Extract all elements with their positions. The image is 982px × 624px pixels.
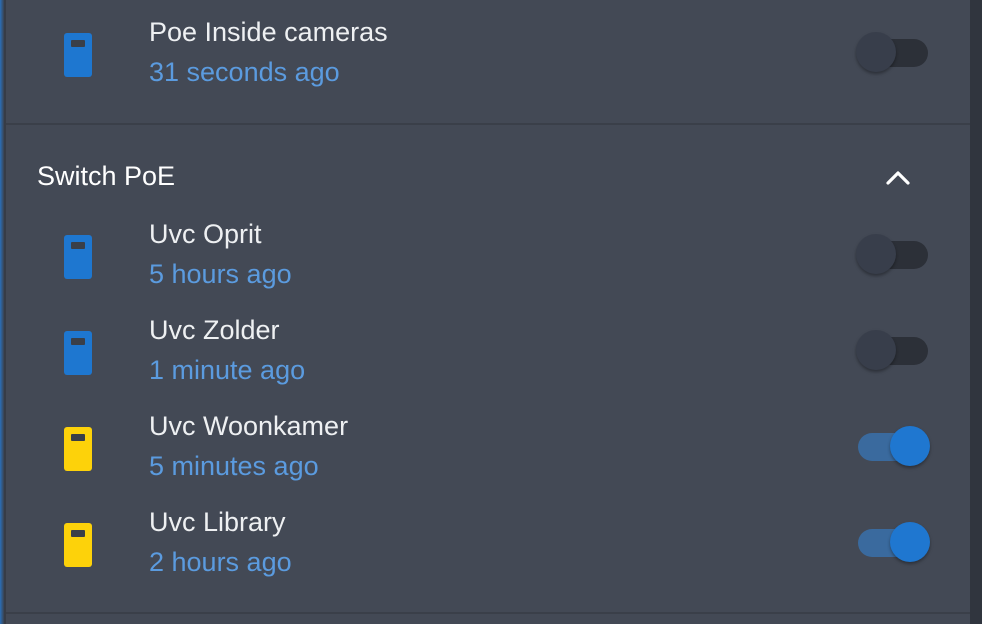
phone-device-icon: [64, 33, 92, 77]
entity-toggle[interactable]: [856, 522, 930, 562]
toggle-knob: [856, 330, 896, 370]
entity-toggle[interactable]: [856, 32, 930, 72]
right-edge: [970, 0, 982, 624]
entity-row-uvc-oprit[interactable]: Uvc Oprit 5 hours ago: [6, 214, 970, 294]
toggle-knob: [856, 32, 896, 72]
entity-toggle[interactable]: [856, 426, 930, 466]
entity-row-uvc-zolder[interactable]: Uvc Zolder 1 minute ago: [6, 310, 970, 390]
entity-row-uvc-library[interactable]: Uvc Library 2 hours ago: [6, 502, 970, 582]
entity-row-poe-inside-cameras[interactable]: Poe Inside cameras 31 seconds ago: [6, 12, 970, 92]
entity-last-changed: 5 minutes ago: [149, 451, 319, 481]
entity-name: Uvc Zolder: [149, 315, 280, 345]
left-edge: [0, 0, 4, 624]
phone-device-icon: [64, 331, 92, 375]
entity-name: Uvc Library: [149, 507, 286, 537]
entity-toggle[interactable]: [856, 234, 930, 274]
entity-name: Poe Inside cameras: [149, 17, 388, 47]
group-divider: [6, 612, 970, 614]
entity-name: Uvc Oprit: [149, 219, 262, 249]
entity-name: Uvc Woonkamer: [149, 411, 349, 441]
entity-last-changed: 2 hours ago: [149, 547, 292, 577]
phone-device-icon: [64, 235, 92, 279]
group-divider: [6, 123, 970, 125]
phone-device-icon: [64, 427, 92, 471]
toggle-knob: [856, 234, 896, 274]
entity-last-changed: 31 seconds ago: [149, 57, 340, 87]
entity-last-changed: 5 hours ago: [149, 259, 292, 289]
toggle-knob: [890, 426, 930, 466]
phone-device-icon: [64, 523, 92, 567]
app-frame: Poe Inside cameras 31 seconds ago Switch…: [0, 0, 982, 624]
entity-toggle[interactable]: [856, 330, 930, 370]
entities-card: Poe Inside cameras 31 seconds ago Switch…: [6, 0, 970, 624]
toggle-knob: [890, 522, 930, 562]
chevron-up-icon[interactable]: [882, 162, 914, 194]
entity-row-uvc-woonkamer[interactable]: Uvc Woonkamer 5 minutes ago: [6, 406, 970, 486]
group-title: Switch PoE: [37, 161, 176, 191]
entity-last-changed: 1 minute ago: [149, 355, 306, 385]
